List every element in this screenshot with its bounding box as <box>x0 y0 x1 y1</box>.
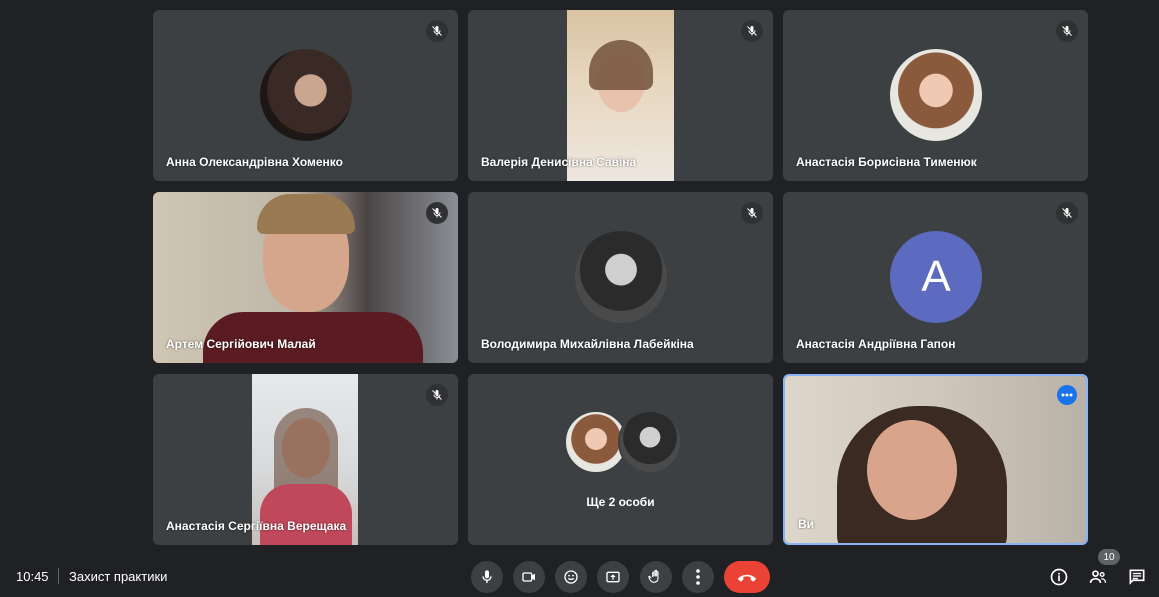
participant-count-badge: 10 <box>1098 549 1120 565</box>
letter-avatar: A <box>890 231 982 323</box>
hang-up-icon[interactable] <box>724 561 770 593</box>
participant-tile[interactable]: Анна Олександрівна Хоменко <box>153 10 458 181</box>
participant-avatar <box>260 49 352 141</box>
mic-off-icon <box>426 20 448 42</box>
raise-hand-icon[interactable] <box>640 561 672 593</box>
mic-off-icon <box>1056 202 1078 224</box>
participant-name: Анастасія Андріївна Гапон <box>796 337 956 351</box>
camera-icon[interactable] <box>513 561 545 593</box>
divider <box>58 568 59 584</box>
more-options-icon[interactable] <box>1057 385 1077 405</box>
more-participants-label: Ще 2 особи <box>586 495 655 509</box>
more-options-icon[interactable] <box>682 561 714 593</box>
mic-off-icon <box>741 202 763 224</box>
participant-tile[interactable]: A Анастасія Андріївна Гапон <box>783 192 1088 363</box>
participant-name: Артем Сергійович Малай <box>166 337 316 351</box>
participant-tile[interactable]: Анастасія Сергіївна Верещака <box>153 374 458 545</box>
participant-avatar <box>890 49 982 141</box>
participant-tile[interactable]: Валерія Денисівна Савіна <box>468 10 773 181</box>
more-participants-tile[interactable]: Ще 2 особи <box>468 374 773 545</box>
mic-off-icon <box>426 384 448 406</box>
participant-name: Валерія Денисівна Савіна <box>481 155 637 169</box>
microphone-icon[interactable] <box>471 561 503 593</box>
participant-tile[interactable]: Артем Сергійович Малай <box>153 192 458 363</box>
emoji-icon[interactable] <box>555 561 587 593</box>
present-screen-icon[interactable] <box>597 561 629 593</box>
participant-name: Володимира Михайлівна Лабейкіна <box>481 337 694 351</box>
participant-tile[interactable]: Володимира Михайлівна Лабейкіна <box>468 192 773 363</box>
info-icon[interactable] <box>1047 565 1071 589</box>
people-icon[interactable] <box>1086 565 1110 589</box>
participant-name: Анастасія Сергіївна Верещака <box>166 519 347 533</box>
mic-off-icon <box>426 202 448 224</box>
clock: 10:45 <box>16 569 49 584</box>
participant-avatar <box>618 410 682 474</box>
participant-name: Ви <box>798 517 815 531</box>
mic-off-icon <box>1056 20 1078 42</box>
bottom-bar: 10:45 Захист практики 10 <box>0 549 1159 597</box>
chat-icon[interactable] <box>1125 565 1149 589</box>
participant-name: Анастасія Борисівна Тименюк <box>796 155 977 169</box>
meeting-title: Захист практики <box>69 569 168 584</box>
self-tile[interactable]: Ви <box>783 374 1088 545</box>
participant-tile[interactable]: Анастасія Борисівна Тименюк <box>783 10 1088 181</box>
participant-avatar <box>575 231 667 323</box>
self-video <box>785 376 1086 543</box>
participant-name: Анна Олександрівна Хоменко <box>166 155 343 169</box>
mic-off-icon <box>741 20 763 42</box>
